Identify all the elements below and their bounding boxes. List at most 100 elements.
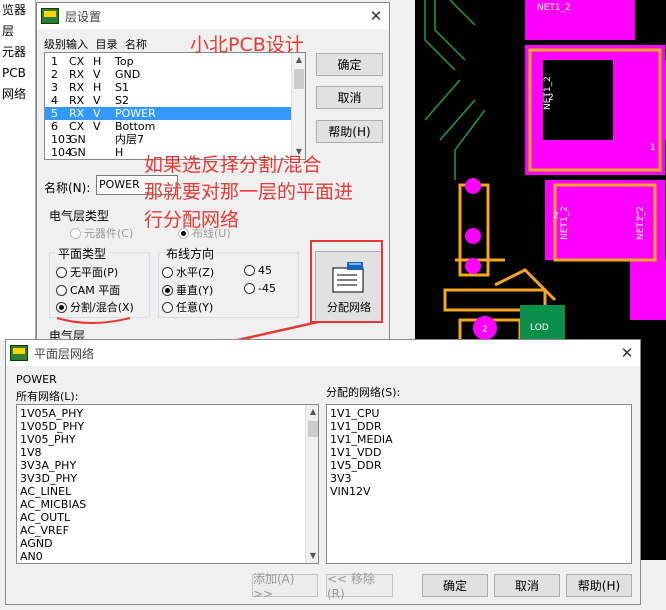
layer-cell-name: Bottom <box>115 120 156 133</box>
plane-dialog-title: 平面层网络 <box>34 346 95 361</box>
net-item[interactable]: AC_VREF <box>20 524 318 537</box>
svg-text:1: 1 <box>650 143 656 153</box>
net-item[interactable]: 1V1_MEDIA <box>330 433 631 446</box>
close-icon[interactable]: ✕ <box>363 7 389 25</box>
header-level: 级别 <box>44 38 66 51</box>
close-icon[interactable]: ✕ <box>614 344 640 362</box>
layer-cell-dir: V <box>93 107 101 120</box>
layer-cell-input: CX <box>69 55 85 68</box>
net-item[interactable]: 1V5_DDR <box>330 459 631 472</box>
net-item[interactable]: AC_OUTL <box>20 511 318 524</box>
svg-text:NET1_2: NET1_2 <box>537 3 571 13</box>
svg-text:1: 1 <box>635 211 641 221</box>
help-button[interactable]: 帮助(H) <box>316 120 383 143</box>
all-nets-label: 所有网络(L): <box>16 390 79 403</box>
layer-row[interactable]: 3 RX H S1 <box>45 81 305 94</box>
net-item[interactable]: 1V1_CPU <box>330 407 631 420</box>
note-line-1: 如果选反择分割/混合 <box>144 154 322 176</box>
svg-text:2: 2 <box>548 93 554 103</box>
note-line-2: 那就要对那一层的平面进 <box>144 181 354 203</box>
all-nets-list[interactable]: 1V05A_PHY 1V05D_PHY 1V05_PHY 1V8 3V3A_PHY 3V3… <box>16 404 319 564</box>
plane-cancel-button[interactable]: 取消 <box>494 574 560 597</box>
layer-dialog-title: 层设置 <box>65 9 102 24</box>
net-item[interactable]: VIN12V <box>330 485 631 498</box>
plane-ok-button[interactable]: 确定 <box>422 574 488 597</box>
layer-list-scrollbar[interactable]: ▲ ▼ <box>291 53 305 159</box>
layer-cell-input: RX <box>69 94 85 107</box>
scroll-down-icon[interactable]: ▼ <box>306 549 318 563</box>
layer-list[interactable]: 1 CX H Top 2 RX V GND 3 RX H S1 4 RX V S2 5 RX V POWER 6 CX V B… <box>44 52 306 160</box>
net-item[interactable]: 3V3D_PHY <box>20 472 318 485</box>
cam-plane-radio[interactable]: CAM 平面 <box>56 282 120 298</box>
layer-row[interactable]: 103 GN 内层7 <box>45 133 305 146</box>
layer-row[interactable]: 4 RX V S2 <box>45 94 305 107</box>
tree-item-layer[interactable]: 层 <box>0 21 35 42</box>
cancel-button[interactable]: 取消 <box>316 86 383 109</box>
svg-text:LOD: LOD <box>530 323 549 333</box>
layer-cell-level: 4 <box>51 94 58 107</box>
layer-list-header: 级别输入 目录 名称 <box>44 36 147 52</box>
layer-row[interactable]: 2 RX V GND <box>45 68 305 81</box>
net-item[interactable]: AGND <box>20 537 318 550</box>
plane-type-label: 平面类型 <box>56 245 109 262</box>
tree-item-net[interactable]: 网络 <box>0 84 35 105</box>
svg-text:2: 2 <box>553 211 559 221</box>
header-name: 名称 <box>125 38 147 51</box>
header-dir: 目录 <box>95 38 118 51</box>
net-item[interactable]: 1V05A_PHY <box>20 407 318 420</box>
vertical-radio[interactable]: 垂直(Y) <box>162 282 213 298</box>
angle-45-radio[interactable]: 45 <box>244 264 272 277</box>
layer-cell-name: S2 <box>115 94 129 107</box>
assigned-nets-list[interactable]: 1V1_CPU 1V1_DDR 1V1_MEDIA 1V1_VDD 1V5_DDR 3V3… <box>326 404 632 564</box>
pads-app-icon <box>41 8 59 24</box>
layer-row[interactable]: 6 CX V Bottom <box>45 120 305 133</box>
net-item[interactable]: 3V3 <box>330 472 631 485</box>
plane-dialog-titlebar[interactable]: 平面层网络 ✕ <box>6 340 640 366</box>
layer-cell-level: 5 <box>51 107 58 120</box>
all-nets-scrollbar[interactable]: ▲ ▼ <box>305 405 318 563</box>
layer-cell-level: 1 <box>51 55 58 68</box>
layer-cell-level: 2 <box>51 68 58 81</box>
ok-button[interactable]: 确定 <box>316 53 383 76</box>
net-item[interactable]: AN0 <box>20 550 318 563</box>
layer-cell-input: RX <box>69 81 85 94</box>
note-line-3: 行分配网络 <box>144 209 240 231</box>
header-input: 输入 <box>66 38 88 51</box>
assign-nets-highlight <box>310 240 383 323</box>
net-item[interactable]: 1V05_PHY <box>20 433 318 446</box>
remove-button[interactable]: << 移除(R) <box>326 572 393 601</box>
plane-layer-name: POWER <box>16 373 57 386</box>
any-direction-radio[interactable]: 任意(Y) <box>162 299 213 315</box>
scroll-thumb[interactable] <box>294 69 304 89</box>
net-item[interactable]: 1V8 <box>20 446 318 459</box>
net-item[interactable]: 1V05D_PHY <box>20 420 318 433</box>
net-item[interactable]: AC_LINEL <box>20 485 318 498</box>
layer-cell-input: GN <box>69 146 86 159</box>
layer-row[interactable]: 5 RX V POWER <box>45 107 305 120</box>
pads-app-icon <box>10 345 28 361</box>
plane-help-button[interactable]: 帮助(H) <box>566 574 632 597</box>
scroll-thumb[interactable] <box>308 421 318 437</box>
net-item[interactable]: 1V1_VDD <box>330 446 631 459</box>
net-item[interactable]: AC_MICBIAS <box>20 498 318 511</box>
tree-item-component[interactable]: 元器 <box>0 42 35 63</box>
project-tree: 览器 层 元器 PCB 网络 <box>0 0 36 340</box>
layer-cell-dir: H <box>93 55 102 68</box>
tree-item-browser[interactable]: 览器 <box>0 0 35 21</box>
angle-minus-45-radio[interactable]: -45 <box>244 282 276 295</box>
split-mixed-radio[interactable]: 分割/混合(X) <box>56 299 134 315</box>
electrical-type-label: 电气层类型 <box>49 209 110 223</box>
net-item[interactable]: 1V1_DDR <box>330 420 631 433</box>
no-plane-radio[interactable]: 无平面(P) <box>56 264 118 280</box>
tree-item-pcb[interactable]: PCB <box>0 63 35 84</box>
svg-text:NET1_2: NET1_2 <box>560 206 570 240</box>
layer-cell-input: RX <box>69 107 85 120</box>
layer-cell-input: GN <box>69 133 86 146</box>
add-button[interactable]: 添加(A) >> <box>252 572 318 601</box>
horizontal-radio[interactable]: 水平(Z) <box>162 264 214 280</box>
layer-dialog-titlebar[interactable]: 层设置 ✕ <box>37 3 389 29</box>
layer-cell-name: Top <box>115 55 134 68</box>
name-label: 名称(N): <box>44 181 91 195</box>
scroll-up-icon[interactable]: ▲ <box>306 405 318 419</box>
net-item[interactable]: 3V3A_PHY <box>20 459 318 472</box>
